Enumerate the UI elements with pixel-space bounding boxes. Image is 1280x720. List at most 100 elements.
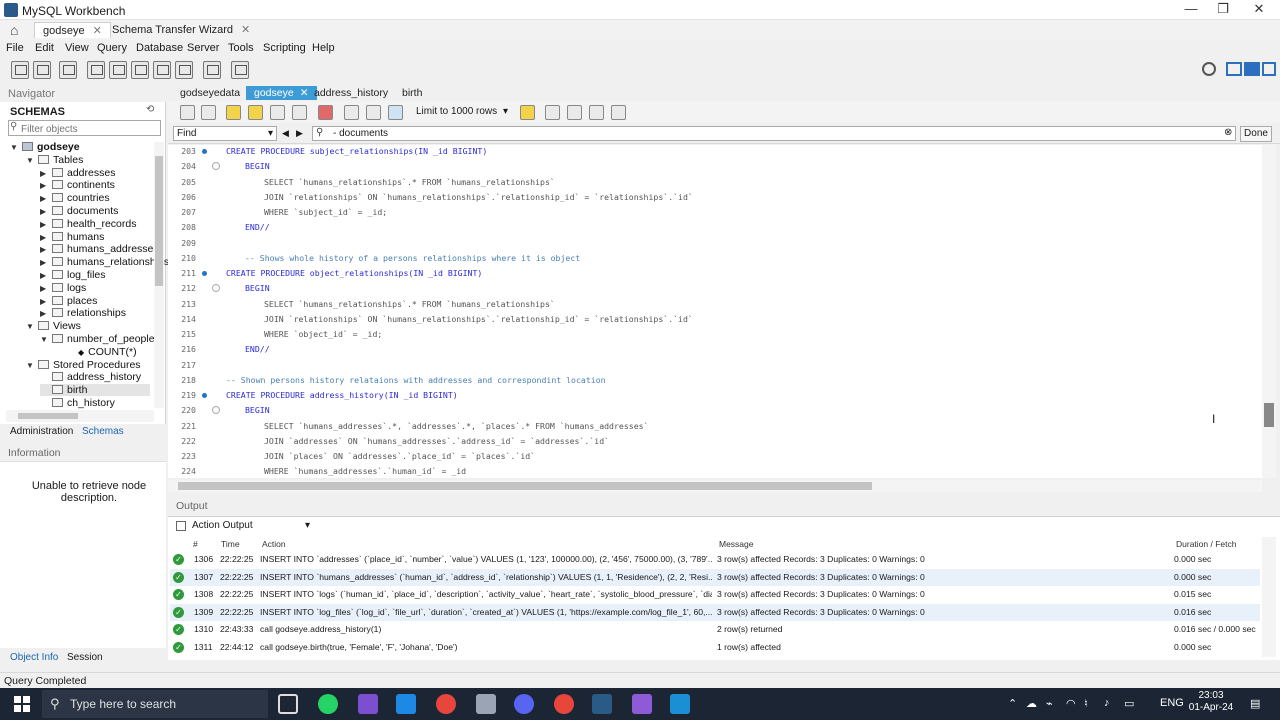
collapse-arrow-icon[interactable]: ▶: [40, 233, 52, 242]
output-row[interactable]: ✓ 1308 22:22:25 INSERT INTO `logs` (`human_…: [170, 586, 1260, 603]
copy-output-icon[interactable]: [176, 521, 186, 531]
vscode-icon[interactable]: [396, 694, 416, 714]
create-function-icon[interactable]: [175, 61, 193, 79]
network-icon[interactable]: ⌁: [1046, 697, 1053, 710]
fold-toggle-icon[interactable]: [212, 406, 220, 415]
find-previous-icon[interactable]: ◀: [282, 128, 289, 139]
menu-file[interactable]: File: [6, 42, 24, 54]
collapse-arrow-icon[interactable]: ▶: [40, 309, 52, 318]
whatsapp-icon[interactable]: [318, 694, 338, 714]
editor-vertical-scrollbar[interactable]: [1262, 145, 1276, 478]
limit-rows-select[interactable]: Limit to 1000 rows ▾: [412, 104, 512, 121]
find-input[interactable]: - documents: [312, 126, 1236, 141]
save-icon[interactable]: [201, 105, 216, 120]
collapse-arrow-icon[interactable]: ▶: [40, 207, 52, 216]
find-mode-select[interactable]: Find ▾: [173, 126, 277, 141]
microphone-icon[interactable]: ♮: [1084, 697, 1088, 710]
language-indicator[interactable]: ENG: [1160, 697, 1184, 709]
onedrive-icon[interactable]: ☁: [1026, 697, 1037, 710]
tree-table-item[interactable]: ▶ log_files: [40, 269, 106, 281]
tab-address-history[interactable]: address_history: [306, 86, 396, 100]
minimize-button[interactable]: —: [1176, 1, 1206, 19]
remote-desktop-icon[interactable]: [670, 694, 690, 714]
stop-icon[interactable]: [292, 105, 307, 120]
collapse-arrow-icon[interactable]: ▶: [40, 258, 52, 267]
inspector-icon[interactable]: [59, 61, 77, 79]
mysql-workbench-icon[interactable]: [592, 694, 612, 714]
execute-current-icon[interactable]: [248, 105, 263, 120]
tree-table-item[interactable]: ▶ logs: [40, 282, 86, 294]
close-button[interactable]: ✕: [1244, 1, 1274, 19]
tree-table-item[interactable]: ▶ places: [40, 295, 97, 307]
expand-arrow-icon[interactable]: ▼: [26, 322, 38, 331]
beautify-icon[interactable]: [545, 105, 560, 120]
tree-view-column[interactable]: ◆ COUNT(*): [66, 346, 137, 358]
tab-godseyedata[interactable]: godseyedata: [172, 86, 248, 100]
clear-search-icon[interactable]: ⊗: [1224, 127, 1232, 138]
menu-database[interactable]: Database: [136, 42, 183, 54]
menu-help[interactable]: Help: [312, 42, 335, 54]
home-icon[interactable]: ⌂: [10, 22, 18, 38]
collapse-arrow-icon[interactable]: ▶: [40, 181, 52, 190]
wrap-lines-icon[interactable]: [611, 105, 626, 120]
schema-godseye[interactable]: ▼ godseye: [10, 141, 80, 153]
output-row[interactable]: ✓ 1306 22:22:25 INSERT INTO `addresses` (`p…: [170, 551, 1260, 568]
menu-tools[interactable]: Tools: [228, 42, 254, 54]
bookmark-icon[interactable]: [520, 105, 535, 120]
menu-query[interactable]: Query: [97, 42, 127, 54]
reconnect-icon[interactable]: [231, 61, 249, 79]
tree-table-item[interactable]: ▶ relationships: [40, 307, 126, 319]
output-row[interactable]: ✓ 1309 22:22:25 INSERT INTO `log_files` (`l…: [170, 603, 1260, 621]
fold-toggle-icon[interactable]: [212, 284, 220, 293]
collapse-arrow-icon[interactable]: ▶: [40, 194, 52, 203]
tree-tables[interactable]: ▼ Tables: [26, 154, 83, 166]
scroll-thumb[interactable]: [18, 413, 78, 419]
collapse-arrow-icon[interactable]: ▶: [40, 169, 52, 178]
files-icon[interactable]: [476, 694, 496, 714]
tree-table-item[interactable]: ▶ documents: [40, 205, 118, 217]
create-view-icon[interactable]: [131, 61, 149, 79]
taskbar-search-box[interactable]: Type here to search: [42, 690, 268, 718]
menu-view[interactable]: View: [65, 42, 89, 54]
menu-server[interactable]: Server: [187, 42, 219, 54]
expand-arrow-icon[interactable]: ▼: [10, 143, 22, 152]
visual-studio-icon[interactable]: [358, 694, 378, 714]
toggle-output-icon[interactable]: [1244, 62, 1260, 76]
task-view-icon[interactable]: [278, 694, 298, 714]
tree-table-item[interactable]: ▶ health_records: [40, 218, 136, 230]
collapse-arrow-icon[interactable]: ▶: [40, 245, 52, 254]
tree-table-item[interactable]: ▶ countries: [40, 192, 110, 204]
refresh-schemas-icon[interactable]: ⟲: [146, 104, 154, 115]
new-sql-tab-icon[interactable]: [11, 61, 29, 79]
tab-administration[interactable]: Administration: [6, 426, 77, 437]
collapse-arrow-icon[interactable]: ▶: [40, 271, 52, 280]
find-icon[interactable]: [567, 105, 582, 120]
tree-table-item[interactable]: ▶ humans_relationships: [40, 256, 169, 268]
toggle-error-icon[interactable]: [318, 105, 333, 120]
execute-icon[interactable]: [226, 105, 241, 120]
invisible-chars-icon[interactable]: [589, 105, 604, 120]
open-file-icon[interactable]: [180, 105, 195, 120]
tab-birth[interactable]: birth: [394, 86, 430, 100]
search-table-data-icon[interactable]: [203, 61, 221, 79]
tab-session[interactable]: Session: [67, 652, 103, 663]
collapse-arrow-icon[interactable]: ▶: [40, 284, 52, 293]
chrome-profile-icon[interactable]: [554, 694, 574, 714]
navigator-horizontal-scrollbar[interactable]: [6, 410, 154, 422]
windows-start-icon[interactable]: [14, 696, 30, 712]
tree-procedure-item[interactable]: address_history: [40, 371, 141, 383]
tree-stored-procedures[interactable]: ▼ Stored Procedures: [26, 359, 141, 371]
rollback-icon[interactable]: [366, 105, 381, 120]
expand-arrow-icon[interactable]: ▼: [26, 156, 38, 165]
wifi-icon[interactable]: ◠: [1066, 697, 1076, 710]
done-button[interactable]: Done: [1240, 126, 1272, 142]
scroll-thumb[interactable]: [178, 482, 872, 490]
notifications-icon[interactable]: ▤: [1250, 697, 1260, 710]
volume-icon[interactable]: ♪: [1104, 697, 1110, 709]
fold-toggle-icon[interactable]: [212, 162, 220, 171]
scroll-thumb[interactable]: [1264, 403, 1274, 427]
output-row[interactable]: ✓ 1310 22:43:33 call godseye.address_histor…: [170, 621, 1260, 638]
tab-schema-transfer-wizard[interactable]: Schema Transfer Wizard ✕: [104, 22, 258, 38]
video-editor-icon[interactable]: [632, 694, 652, 714]
taskbar-clock[interactable]: 23:03 01-Apr-24: [1186, 690, 1236, 714]
